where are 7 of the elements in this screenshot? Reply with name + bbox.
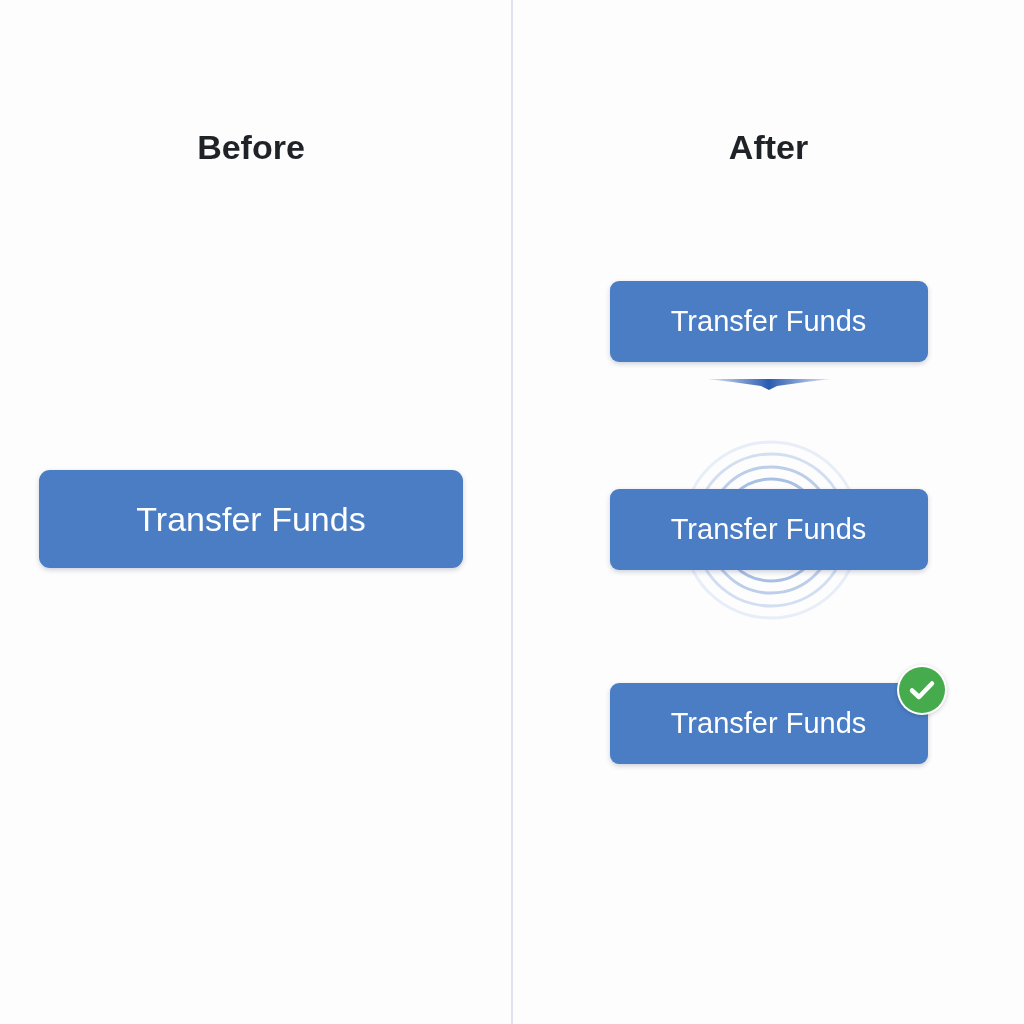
- transfer-funds-button[interactable]: Transfer Funds: [609, 489, 928, 570]
- transfer-funds-button[interactable]: Transfer Funds: [609, 281, 928, 362]
- panel-heading: After: [728, 127, 809, 168]
- check-badge-icon: [895, 664, 948, 716]
- panel-heading: Before: [197, 127, 305, 168]
- transfer-funds-button[interactable]: Transfer Funds: [609, 683, 928, 764]
- transfer-funds-button[interactable]: Transfer Funds: [39, 470, 463, 568]
